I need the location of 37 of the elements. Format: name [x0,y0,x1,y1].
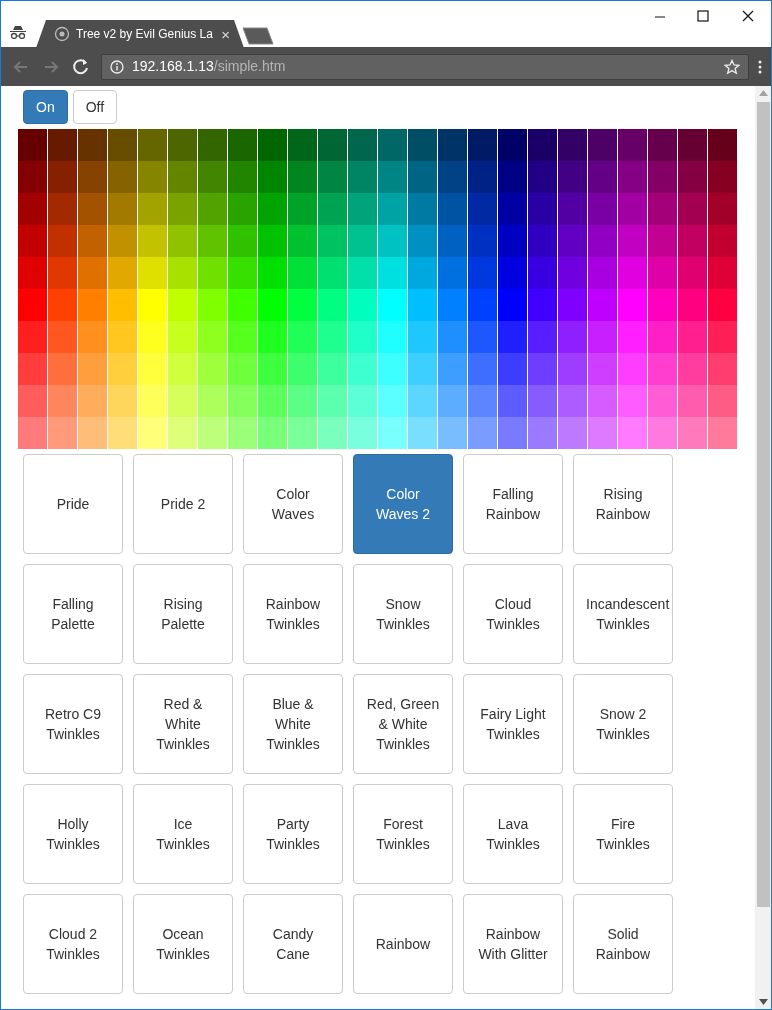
pattern-button[interactable]: Candy Cane [243,894,343,994]
browser-tab[interactable]: Tree v2 by Evil Genius La × [36,20,244,48]
pattern-button[interactable]: Rising Rainbow [573,454,673,554]
pattern-button[interactable]: Pride 2 [133,454,233,554]
pattern-button[interactable]: Red, Green & White Twinkles [353,674,453,774]
url-text: 192.168.1.13/simple.htm [132,57,287,76]
pattern-button[interactable]: Blue & White Twinkles [243,674,343,774]
tab-close-button[interactable]: × [221,26,230,42]
power-toggle-button[interactable]: Off [72,90,118,124]
address-field[interactable]: 192.168.1.13/simple.htm [101,53,749,80]
pattern-button[interactable]: Color Waves [243,454,343,554]
pattern-button[interactable]: Falling Rainbow [463,454,563,554]
pattern-button[interactable]: Fire Twinkles [573,784,673,884]
pattern-button[interactable]: Color Waves 2 [353,454,453,554]
pattern-button[interactable]: Retro C9 Twinkles [23,674,123,774]
pattern-button[interactable]: Snow 2 Twinkles [573,674,673,774]
pattern-button[interactable]: Forest Twinkles [353,784,453,884]
pattern-button[interactable]: Rainbow [353,894,453,994]
pattern-button[interactable]: Party Twinkles [243,784,343,884]
pattern-button[interactable]: Fairy Light Twinkles [463,674,563,774]
pattern-button[interactable]: Rainbow Twinkles [243,564,343,664]
power-toggle-button[interactable]: On [23,90,68,124]
pattern-button[interactable]: Solid Rainbow [573,894,673,994]
pattern-button[interactable]: Falling Palette [23,564,123,664]
pattern-button[interactable]: Rainbow With Glitter [463,894,563,994]
pattern-button[interactable]: Incandescent Twinkles [573,564,673,664]
pattern-button[interactable]: Holly Twinkles [23,784,123,884]
tab-title: Tree v2 by Evil Genius La [76,26,214,43]
pattern-button[interactable]: Cloud Twinkles [463,564,563,664]
pattern-button[interactable]: Pride [23,454,123,554]
pattern-button[interactable]: Red & White Twinkles [133,674,233,774]
pattern-button[interactable]: Snow Twinkles [353,564,453,664]
pattern-button[interactable]: Lava Twinkles [463,784,563,884]
pattern-button[interactable]: Cloud 2 Twinkles [23,894,123,994]
pattern-button[interactable]: Ice Twinkles [133,784,233,884]
pattern-button[interactable]: Rising Palette [133,564,233,664]
pattern-button[interactable]: Ocean Twinkles [133,894,233,994]
